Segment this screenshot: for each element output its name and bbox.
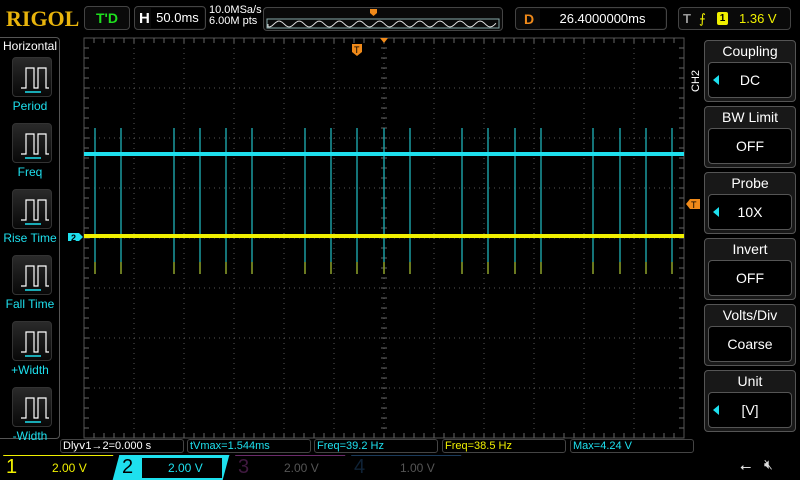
menu-value-text: [V] [741, 402, 759, 418]
menu-title: Coupling [722, 43, 778, 59]
measurement-item[interactable]: Dlyⅴ1→2=0.000 s [60, 439, 184, 453]
menu-value-text: Coarse [727, 336, 773, 352]
channel-number: 3 [238, 456, 250, 478]
left-arrow-icon [713, 75, 719, 85]
left-arrow-icon [713, 405, 719, 415]
menu-unit[interactable]: Unit [V] [704, 370, 796, 432]
menu-bw-limit[interactable]: BW Limit OFF [704, 106, 796, 168]
menu-title: Unit [737, 373, 763, 389]
channel-scale: 2.00 V [142, 458, 222, 478]
measurement-item[interactable]: Max=4.24 V [570, 439, 694, 453]
measurement-item[interactable]: Freq=38.5 Hz [442, 439, 566, 453]
menu-value[interactable]: OFF [708, 260, 792, 296]
channel-scale: 2.00 V [26, 458, 106, 478]
center-marker [380, 38, 388, 43]
measurement-item[interactable]: tVmax=1.544ms [187, 439, 311, 453]
menu-value[interactable]: DC [708, 62, 792, 98]
ch1-trace [84, 234, 684, 238]
channel-label: CH2 [690, 69, 702, 92]
menu-value[interactable]: OFF [708, 128, 792, 164]
menu-title: Volts/Div [722, 307, 778, 323]
menu-title: Invert [732, 241, 768, 257]
menu-value-text: DC [739, 72, 761, 88]
menu-probe[interactable]: Probe 10X [704, 172, 796, 234]
menu-value-text: OFF [736, 138, 764, 154]
left-arrow-icon [713, 207, 719, 217]
menu-coupling[interactable]: Coupling DC [704, 40, 796, 102]
channel-scale: 2.00 V [258, 458, 338, 478]
channel-number: 4 [354, 456, 366, 478]
trigger-time-marker-label: T [354, 45, 360, 55]
channel-scale: 1.00 V [374, 458, 454, 478]
menu-value[interactable]: [V] [708, 392, 792, 428]
menu-value[interactable]: Coarse [708, 326, 792, 362]
ch2-trace [84, 152, 684, 156]
measurement-item[interactable]: Freq=39.2 Hz [314, 439, 438, 453]
waveform-display: 2 T T [68, 37, 700, 439]
menu-title: BW Limit [722, 109, 778, 125]
channel-number: 2 [122, 456, 134, 478]
menu-invert[interactable]: Invert OFF [704, 238, 796, 300]
ch2-marker-label: 2 [71, 233, 76, 243]
channel-number: 1 [6, 456, 18, 478]
speaker-muted-icon[interactable]: 🔇︎ [764, 456, 773, 473]
menu-value[interactable]: 10X [708, 194, 792, 230]
menu-volts-div[interactable]: Volts/Div Coarse [704, 304, 796, 366]
trigger-level-marker-label: T [691, 200, 697, 210]
menu-title: Probe [731, 175, 769, 191]
menu-value-text: 10X [737, 204, 763, 220]
menu-value-text: OFF [736, 270, 764, 286]
usb-icon: ⭠ [740, 458, 752, 474]
